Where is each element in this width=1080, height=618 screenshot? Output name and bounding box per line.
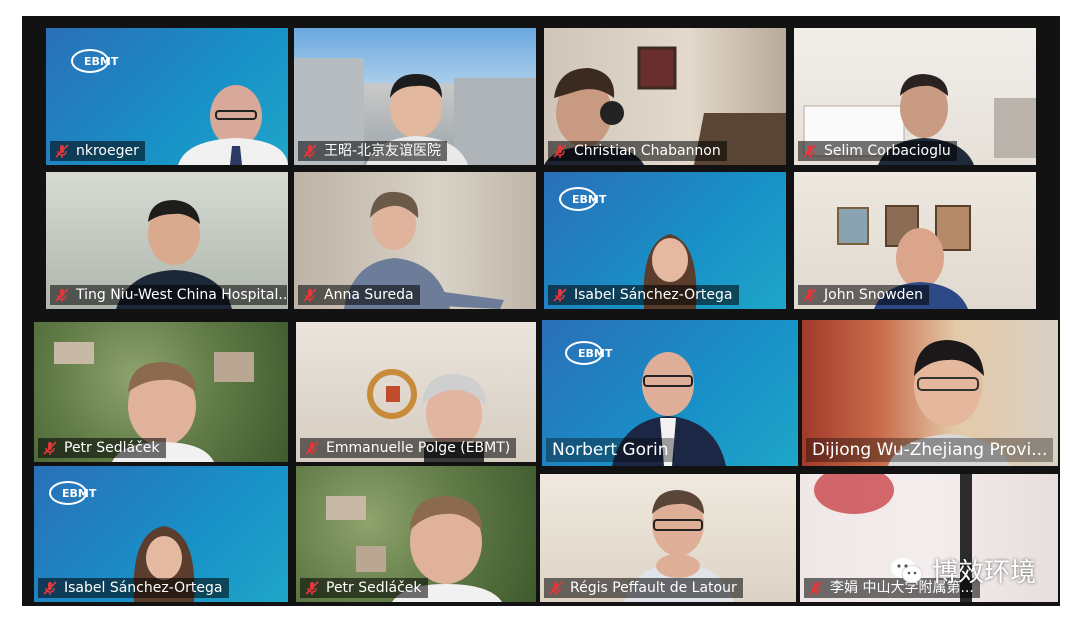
participant-name: John Snowden (824, 287, 924, 303)
participant-name: Dijiong Wu-Zhejiang Provi... (812, 440, 1048, 460)
participant-nameplate: Régis Peffault de Latour (544, 578, 743, 598)
video-tile-nkroeger[interactable]: EBMT nkroeger (46, 28, 288, 165)
participant-name: 王昭-北京友谊医院 (324, 143, 442, 159)
muted-mic-icon (803, 288, 817, 302)
muted-mic-icon (809, 581, 823, 595)
participant-nameplate: Isabel Sánchez-Ortega (548, 285, 739, 305)
muted-mic-icon (305, 581, 319, 595)
participant-name: Christian Chabannon (574, 143, 721, 159)
participant-nameplate: Anna Sureda (298, 285, 420, 305)
video-tile-petr-sedlacek[interactable]: Petr Sedláček (34, 322, 288, 462)
participant-name: Isabel Sánchez-Ortega (574, 287, 733, 303)
participant-nameplate: nkroeger (50, 141, 145, 161)
participant-name: Ting Niu-West China Hospital... (76, 287, 288, 303)
participant-nameplate: Selim Corbacioglu (798, 141, 957, 161)
participant-name: Anna Sureda (324, 287, 414, 303)
video-tile-emmanuelle-polge[interactable]: Emmanuelle Polge (EBMT) (296, 322, 536, 462)
wechat-watermark: 博效环境 (890, 552, 1036, 589)
video-tile-petr-sedlacek-2[interactable]: Petr Sedláček (296, 466, 536, 602)
participant-nameplate: John Snowden (798, 285, 930, 305)
muted-mic-icon (305, 441, 319, 455)
participant-nameplate: Petr Sedláček (38, 438, 166, 458)
participant-nameplate: Christian Chabannon (548, 141, 727, 161)
muted-mic-icon (55, 288, 69, 302)
video-tile-regis-peffault-de-latour[interactable]: Régis Peffault de Latour (540, 474, 796, 602)
participant-nameplate: Dijiong Wu-Zhejiang Provi... (806, 438, 1054, 462)
muted-mic-icon (803, 144, 817, 158)
video-tile-dijiong-wu[interactable]: Dijiong Wu-Zhejiang Provi... (802, 320, 1058, 466)
video-tile-christian-chabannon[interactable]: Christian Chabannon (544, 28, 786, 165)
participant-nameplate: Emmanuelle Polge (EBMT) (300, 438, 517, 458)
participant-name: Petr Sedláček (326, 580, 422, 596)
participant-name: Emmanuelle Polge (EBMT) (326, 440, 511, 456)
muted-mic-icon (553, 144, 567, 158)
video-tile-ting-niu[interactable]: Ting Niu-West China Hospital... (46, 172, 288, 309)
video-tile-isabel-sanchez-ortega[interactable]: EBMT Isabel Sánchez-Ortega (544, 172, 786, 309)
participant-name: Selim Corbacioglu (824, 143, 951, 159)
participant-name: Norbert Gorin (552, 440, 669, 460)
participant-name: nkroeger (76, 143, 139, 159)
video-tile-anna-sureda[interactable]: Anna Sureda (294, 172, 536, 309)
video-tile-isabel-sanchez-ortega-2[interactable]: EBMT Isabel Sánchez-Ortega (34, 466, 288, 602)
muted-mic-icon (553, 288, 567, 302)
participant-nameplate: Ting Niu-West China Hospital... (50, 285, 288, 305)
video-tile-john-snowden[interactable]: John Snowden (794, 172, 1036, 309)
watermark-text: 博效环境 (932, 558, 1037, 588)
participant-nameplate: Norbert Gorin (546, 438, 675, 462)
participant-name: Régis Peffault de Latour (570, 580, 737, 596)
video-tile-norbert-gorin[interactable]: EBMT Norbert Gorin (542, 320, 798, 466)
video-tile-wang-zhao[interactable]: 王昭-北京友谊医院 (294, 28, 536, 165)
muted-mic-icon (303, 144, 317, 158)
muted-mic-icon (43, 581, 57, 595)
wechat-icon (891, 557, 923, 583)
video-tile-selim-corbacioglu[interactable]: Selim Corbacioglu (794, 28, 1036, 165)
participant-nameplate: Petr Sedláček (300, 578, 428, 598)
participant-name: Petr Sedláček (64, 440, 160, 456)
muted-mic-icon (43, 441, 57, 455)
muted-mic-icon (549, 581, 563, 595)
participant-nameplate: 王昭-北京友谊医院 (298, 141, 448, 161)
muted-mic-icon (303, 288, 317, 302)
participant-nameplate: Isabel Sánchez-Ortega (38, 578, 229, 598)
participant-name: Isabel Sánchez-Ortega (64, 580, 223, 596)
muted-mic-icon (55, 144, 69, 158)
